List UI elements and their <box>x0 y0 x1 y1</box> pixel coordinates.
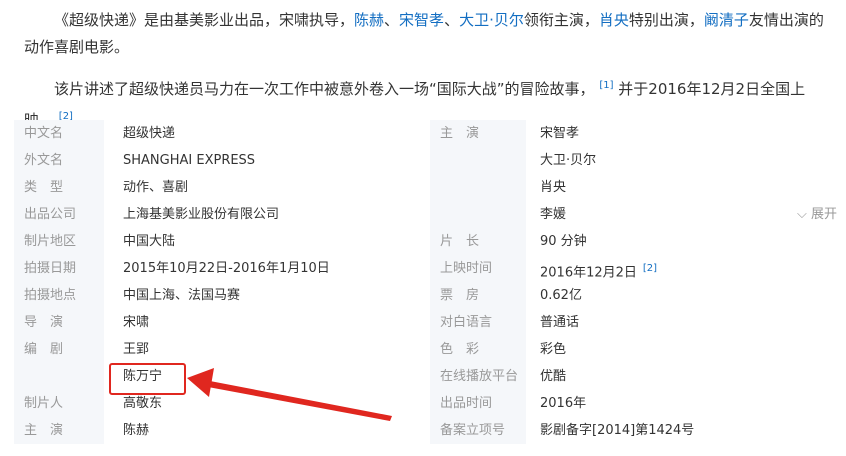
arrow-shaft <box>208 381 392 421</box>
annotation-arrow <box>187 368 392 421</box>
arrow-head <box>187 368 214 397</box>
